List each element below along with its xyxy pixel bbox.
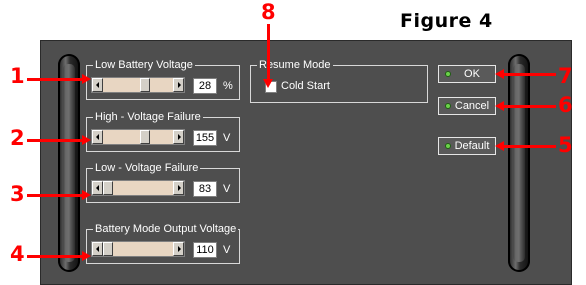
slider-thumb[interactable] bbox=[140, 78, 150, 92]
slider-left-arrow-icon[interactable] bbox=[92, 78, 103, 92]
callout-6: 6 bbox=[558, 93, 573, 117]
callout-1-arrowhead-icon bbox=[82, 74, 91, 84]
callout-7-arrow bbox=[503, 73, 556, 76]
slider-left-arrow-icon[interactable] bbox=[92, 181, 103, 195]
battery-mode-output-voltage-value[interactable]: 110 bbox=[193, 242, 217, 258]
low-battery-voltage-group: Low Battery Voltage 28 % bbox=[86, 58, 240, 100]
callout-3-arrowhead-icon bbox=[82, 190, 91, 200]
default-button-label: Default bbox=[454, 140, 490, 152]
unit-label: V bbox=[223, 132, 231, 144]
led-indicator-icon bbox=[445, 103, 451, 109]
callout-1-arrow bbox=[27, 78, 82, 81]
callout-5-arrow bbox=[503, 145, 556, 148]
figure-title: Figure 4 bbox=[400, 10, 493, 32]
led-indicator-icon bbox=[445, 143, 451, 149]
cancel-button[interactable]: Cancel bbox=[438, 97, 496, 115]
unit-label: V bbox=[223, 244, 231, 256]
cancel-button-label: Cancel bbox=[454, 100, 490, 112]
group-title: High - Voltage Failure bbox=[93, 110, 203, 124]
unit-label: % bbox=[223, 80, 233, 92]
cold-start-label: Cold Start bbox=[281, 80, 330, 92]
callout-6-arrow bbox=[503, 105, 556, 108]
low-battery-voltage-value[interactable]: 28 bbox=[193, 78, 217, 94]
callout-8: 8 bbox=[261, 0, 276, 24]
slider-left-arrow-icon[interactable] bbox=[92, 242, 103, 256]
callout-8-arrow bbox=[267, 24, 270, 79]
right-handle-rail bbox=[508, 54, 530, 272]
callout-3-arrow bbox=[27, 194, 82, 197]
callout-2-arrowhead-icon bbox=[82, 135, 91, 145]
ok-button[interactable]: OK bbox=[438, 65, 496, 83]
group-title: Battery Mode Output Voltage bbox=[93, 222, 239, 236]
high-voltage-failure-group: High - Voltage Failure 155 V bbox=[86, 110, 240, 152]
unit-label: V bbox=[223, 183, 231, 195]
slider-right-arrow-icon[interactable] bbox=[173, 181, 184, 195]
slider-left-arrow-icon[interactable] bbox=[92, 130, 103, 144]
low-voltage-failure-value[interactable]: 83 bbox=[193, 181, 217, 197]
slider-thumb[interactable] bbox=[103, 181, 113, 195]
resume-mode-group: Resume Mode Cold Start bbox=[250, 58, 428, 103]
callout-3: 3 bbox=[10, 182, 25, 206]
slider-right-arrow-icon[interactable] bbox=[173, 78, 184, 92]
callout-4-arrow bbox=[27, 255, 82, 258]
callout-4: 4 bbox=[10, 242, 25, 266]
slider-right-arrow-icon[interactable] bbox=[173, 242, 184, 256]
low-battery-voltage-slider[interactable] bbox=[91, 77, 185, 93]
callout-8-arrowhead-icon bbox=[263, 79, 273, 88]
group-title: Low - Voltage Failure bbox=[93, 161, 201, 175]
default-button[interactable]: Default bbox=[438, 137, 496, 155]
battery-mode-output-voltage-group: Battery Mode Output Voltage 110 V bbox=[86, 222, 240, 264]
callout-2-arrow bbox=[27, 139, 82, 142]
group-title: Low Battery Voltage bbox=[93, 58, 195, 72]
callout-2: 2 bbox=[10, 126, 25, 150]
led-indicator-icon bbox=[445, 71, 451, 77]
slider-thumb[interactable] bbox=[103, 242, 113, 256]
high-voltage-failure-slider[interactable] bbox=[91, 129, 185, 145]
callout-7: 7 bbox=[558, 64, 573, 88]
left-handle-rail bbox=[58, 54, 80, 272]
battery-mode-output-voltage-slider[interactable] bbox=[91, 241, 185, 257]
callout-1: 1 bbox=[10, 64, 25, 88]
ok-button-label: OK bbox=[464, 68, 480, 80]
low-voltage-failure-group: Low - Voltage Failure 83 V bbox=[86, 161, 240, 203]
high-voltage-failure-value[interactable]: 155 bbox=[193, 130, 217, 146]
slider-thumb[interactable] bbox=[140, 130, 150, 144]
slider-right-arrow-icon[interactable] bbox=[173, 130, 184, 144]
callout-4-arrowhead-icon bbox=[82, 251, 91, 261]
callout-5: 5 bbox=[558, 133, 573, 157]
low-voltage-failure-slider[interactable] bbox=[91, 180, 185, 196]
